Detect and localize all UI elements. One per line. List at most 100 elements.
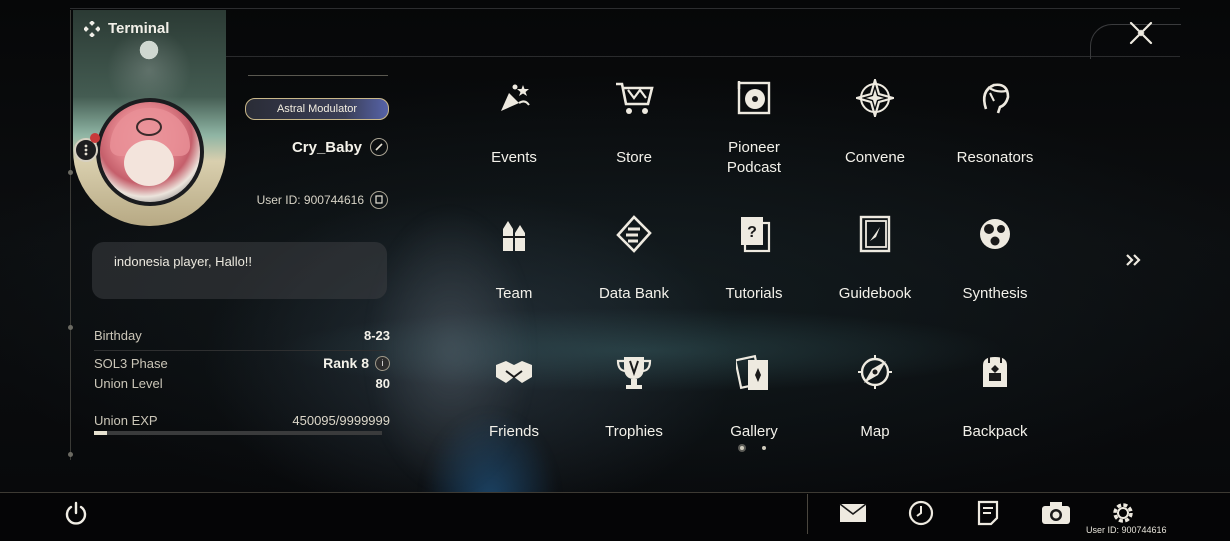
menu-item-synthesis[interactable]: Synthesis [935,202,1055,322]
profile-divider [248,75,388,76]
close-button[interactable] [1124,16,1158,50]
avatar-bow [136,118,162,136]
notes-button[interactable] [973,498,1003,528]
bottom-user-id: User ID: 900744616 [1086,525,1167,535]
menu-item-guidebook[interactable]: Guidebook [815,202,935,322]
guidebook-icon [855,214,895,254]
menu-item-backpack[interactable]: Backpack [935,340,1055,460]
stat-label: Birthday [94,328,142,343]
svg-text:?: ? [747,224,757,241]
menu-item-tutorials[interactable]: ? Tutorials [694,202,814,322]
team-icon [494,214,534,254]
stat-label: Union EXP [94,413,158,428]
menu-item-label: Gallery [730,423,778,440]
union-exp-bar [94,431,382,435]
settings-button[interactable] [1108,498,1138,528]
podcast-icon [734,78,774,118]
cart-icon [614,78,654,118]
user-id-row: User ID: 900744616 [240,191,388,209]
mail-icon [839,503,867,522]
stat-birthday: Birthday 8-23 [94,328,390,343]
power-icon [65,501,87,525]
menu-item-label: Store [616,149,652,166]
frame-top-line [70,8,1180,9]
panel-title-text: Terminal [108,20,170,37]
next-page-button[interactable] [1122,248,1146,272]
user-id: User ID: 900744616 [256,193,364,207]
astral-modulator-badge[interactable]: Astral Modulator [245,98,389,120]
menu-item-label: Guidebook [838,285,912,302]
stat-value: 8-23 [363,328,390,343]
edit-pencil-icon[interactable] [370,138,388,156]
menu-item-data-bank[interactable]: Data Bank [574,202,694,322]
menu-item-label: Map [860,423,890,440]
menu-item-label: Backpack [962,423,1028,440]
panel-title: Terminal [83,19,170,38]
info-icon[interactable]: i [375,355,390,371]
menu-item-label: Team [495,285,533,302]
map-compass-icon [855,352,895,392]
notes-icon [977,500,999,526]
backpack-icon [975,352,1015,392]
menu-item-convene[interactable]: Convene [815,66,935,186]
rail-marker [68,452,73,457]
menu-item-label: Synthesis [962,285,1028,302]
stat-union-level: Union Level 80 [94,376,390,391]
rail-marker [68,325,73,330]
stat-value: 450095/9999999 [292,413,390,428]
camera-button[interactable] [1041,498,1071,528]
menu-item-label: Trophies [605,423,663,440]
diamond-cluster-icon [83,19,101,38]
page-dot[interactable] [740,446,744,450]
menu-item-map[interactable]: Map [815,340,935,460]
menu-item-label: Data Bank [598,285,670,302]
menu-item-label: Events [491,149,537,166]
menu-item-events[interactable]: Events [454,66,574,186]
clock-button[interactable] [906,498,936,528]
clock-icon [908,500,934,526]
tutorials-icon: ? [734,214,774,254]
stat-label: Union Level [94,376,163,391]
menu-item-pioneer-podcast[interactable]: Pioneer Podcast [694,66,814,186]
menu-item-store[interactable]: Store [574,66,694,186]
menu-item-label: Resonators [956,149,1034,166]
frame-inner-line [226,56,1180,57]
stat-phase: SOL3 Phase Rank 8 i [94,355,390,371]
menu-item-label: Convene [844,149,906,166]
menu-item-friends[interactable]: Friends [454,340,574,460]
avatar-face [124,140,174,186]
mail-button[interactable] [838,498,868,528]
menu-item-label: Friends [488,423,540,440]
handshake-icon [494,352,534,392]
bio-text: indonesia player, Hallo!! [114,254,253,269]
power-button[interactable] [61,498,91,528]
close-x-icon [1129,21,1153,45]
stat-label: SOL3 Phase [94,355,168,371]
stat-value: 80 [375,376,390,391]
menu-item-trophies[interactable]: Trophies [574,340,694,460]
events-icon [494,78,534,118]
menu-item-label: Tutorials [725,285,783,302]
synthesis-icon [975,214,1015,254]
union-exp-fill [94,431,107,435]
stat-value: Rank 8 [323,355,369,371]
username: Cry_Baby [291,138,362,156]
stat-union-exp: Union EXP 450095/9999999 [94,413,390,428]
page-dot[interactable] [762,446,766,450]
camera-icon [1042,502,1070,524]
username-row: Cry_Baby [240,138,388,156]
gallery-cards-icon [734,352,774,392]
menu-item-resonators[interactable]: Resonators [935,66,1055,186]
copy-icon[interactable] [370,191,388,209]
settings-gear-icon [1113,503,1133,523]
data-bank-icon [614,214,654,254]
double-chevron-right-icon [1126,254,1141,266]
pagination-dots [740,446,766,450]
menu-item-team[interactable]: Team [454,202,574,322]
bio-box[interactable] [92,242,387,299]
notification-badge [90,133,100,143]
compass-star-icon [855,78,895,118]
trophy-icon [614,352,654,392]
menu-item-label: Pioneer Podcast [726,139,782,176]
menu-item-gallery[interactable]: Gallery [694,340,814,460]
